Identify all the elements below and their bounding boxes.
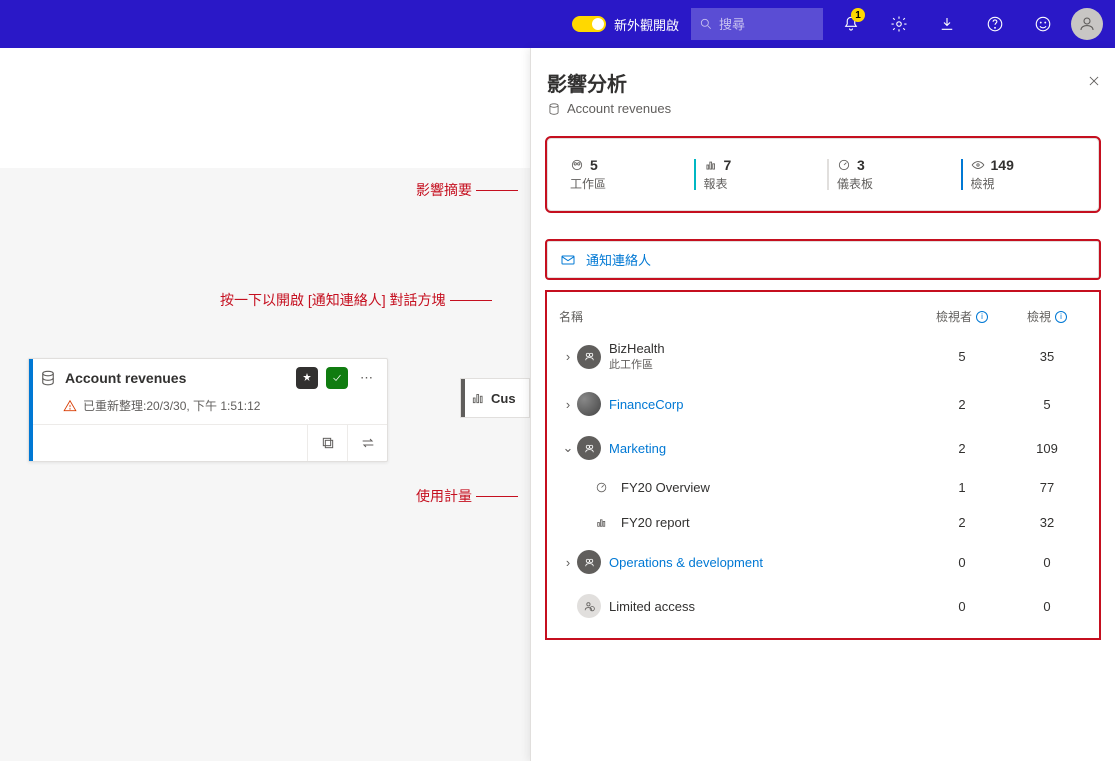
row-views: 0 bbox=[1007, 599, 1087, 614]
report-icon bbox=[595, 516, 611, 529]
node-copy-icon[interactable] bbox=[307, 425, 347, 461]
table-row[interactable]: Limited access00 bbox=[551, 584, 1095, 628]
row-views: 109 bbox=[1007, 441, 1087, 456]
dashboard-icon bbox=[837, 158, 851, 172]
impact-analysis-panel: 影響分析 Account revenues 5 工作區 7 報表 3 儀表板 1… bbox=[530, 48, 1115, 761]
callout-notify: 按一下以開啟 [通知連絡人] 對話方塊 bbox=[220, 290, 492, 310]
limited-access-icon bbox=[577, 594, 601, 618]
row-name: FY20 Overview bbox=[621, 480, 917, 495]
table-row[interactable]: › FinanceCorp25 bbox=[551, 382, 1095, 426]
row-name[interactable]: Operations & development bbox=[609, 555, 917, 570]
close-panel-icon[interactable] bbox=[1087, 74, 1101, 91]
row-views: 0 bbox=[1007, 555, 1087, 570]
row-viewers: 2 bbox=[917, 515, 1007, 530]
notify-contacts-button[interactable]: 通知連絡人 bbox=[547, 241, 1099, 278]
workspace-icon bbox=[570, 158, 584, 172]
node-refresh-text: 已重新整理:20/3/30, 下午 1:51:12 bbox=[83, 397, 260, 414]
chevron-icon[interactable]: › bbox=[559, 397, 577, 412]
chevron-icon[interactable]: › bbox=[559, 349, 577, 364]
notifications-icon[interactable]: 1 bbox=[831, 4, 871, 44]
row-viewers: 2 bbox=[917, 441, 1007, 456]
summary-views: 149 檢視 bbox=[957, 157, 1091, 192]
workspace-avatar-icon bbox=[577, 392, 601, 416]
certified-chip-icon bbox=[326, 367, 348, 389]
table-row[interactable]: ›Operations & development00 bbox=[551, 540, 1095, 584]
workspace-icon bbox=[577, 436, 601, 460]
mail-icon bbox=[560, 252, 576, 268]
row-views: 35 bbox=[1007, 349, 1087, 364]
table-child-row[interactable]: FY20 Overview177 bbox=[551, 470, 1095, 505]
notification-badge: 1 bbox=[851, 8, 865, 22]
node2-label: Cus bbox=[491, 391, 516, 406]
workspace-icon bbox=[577, 345, 601, 369]
new-look-label: 新外觀開啟 bbox=[614, 15, 679, 34]
summary-reports: 7 報表 bbox=[690, 157, 824, 192]
table-child-row[interactable]: FY20 report232 bbox=[551, 505, 1095, 540]
dataset-icon bbox=[39, 369, 57, 387]
report-icon bbox=[704, 158, 718, 172]
row-name: FY20 report bbox=[621, 515, 917, 530]
impact-summary-card: 5 工作區 7 報表 3 儀表板 149 檢視 bbox=[547, 138, 1099, 211]
usage-metrics-table: 名稱 檢視者i 檢視i ›BizHealth此工作區535›FinanceCor… bbox=[547, 292, 1099, 638]
th-viewers: 檢視者i bbox=[917, 308, 1007, 325]
row-viewers: 0 bbox=[917, 599, 1007, 614]
settings-icon[interactable] bbox=[879, 4, 919, 44]
user-avatar[interactable] bbox=[1071, 8, 1103, 40]
chevron-icon[interactable]: › bbox=[559, 555, 577, 570]
help-icon[interactable] bbox=[975, 4, 1015, 44]
callout-summary: 影響摘要 bbox=[416, 180, 518, 200]
row-name[interactable]: Marketing bbox=[609, 441, 917, 456]
top-navbar: 新外觀開啟 1 bbox=[0, 0, 1115, 48]
row-name: BizHealth此工作區 bbox=[609, 341, 917, 372]
panel-title: 影響分析 bbox=[547, 68, 1099, 97]
row-viewers: 2 bbox=[917, 397, 1007, 412]
table-row[interactable]: ⌄ Marketing2109 bbox=[551, 426, 1095, 470]
endorsement-chip-icon bbox=[296, 367, 318, 389]
callout-usage: 使用計量 bbox=[416, 486, 518, 506]
report-icon bbox=[471, 391, 485, 405]
search-box[interactable] bbox=[691, 8, 823, 40]
summary-workspaces: 5 工作區 bbox=[556, 157, 690, 192]
row-name[interactable]: FinanceCorp bbox=[609, 397, 917, 412]
table-row[interactable]: › BizHealth此工作區535 bbox=[551, 331, 1095, 382]
dataset-node-card[interactable]: Account revenues ⋯ 已重新整理:20/3/30, 下午 1:5… bbox=[28, 358, 388, 462]
row-viewers: 1 bbox=[917, 480, 1007, 495]
chevron-icon[interactable]: ⌄ bbox=[559, 440, 577, 456]
search-icon bbox=[699, 17, 713, 31]
warning-icon bbox=[63, 399, 77, 413]
dashboard-icon bbox=[595, 481, 611, 494]
views-icon bbox=[971, 158, 985, 172]
row-views: 32 bbox=[1007, 515, 1087, 530]
panel-subtitle: Account revenues bbox=[547, 101, 1099, 116]
node-swap-icon[interactable] bbox=[347, 425, 387, 461]
node-more-icon[interactable]: ⋯ bbox=[356, 370, 377, 386]
th-name: 名稱 bbox=[559, 308, 917, 325]
dataset-small-icon bbox=[547, 102, 561, 116]
row-viewers: 0 bbox=[917, 555, 1007, 570]
node-title: Account revenues bbox=[65, 370, 288, 386]
report-node-card[interactable]: Cus bbox=[460, 378, 530, 418]
workspace-icon bbox=[577, 550, 601, 574]
new-look-toggle[interactable] bbox=[572, 16, 606, 32]
row-viewers: 5 bbox=[917, 349, 1007, 364]
th-views: 檢視i bbox=[1007, 308, 1087, 325]
info-icon[interactable]: i bbox=[1055, 311, 1067, 323]
download-icon[interactable] bbox=[927, 4, 967, 44]
search-input[interactable] bbox=[719, 17, 809, 32]
row-views: 77 bbox=[1007, 480, 1087, 495]
feedback-icon[interactable] bbox=[1023, 4, 1063, 44]
row-views: 5 bbox=[1007, 397, 1087, 412]
summary-dashboards: 3 儀表板 bbox=[823, 157, 957, 192]
info-icon[interactable]: i bbox=[976, 311, 988, 323]
row-name: Limited access bbox=[609, 599, 917, 614]
